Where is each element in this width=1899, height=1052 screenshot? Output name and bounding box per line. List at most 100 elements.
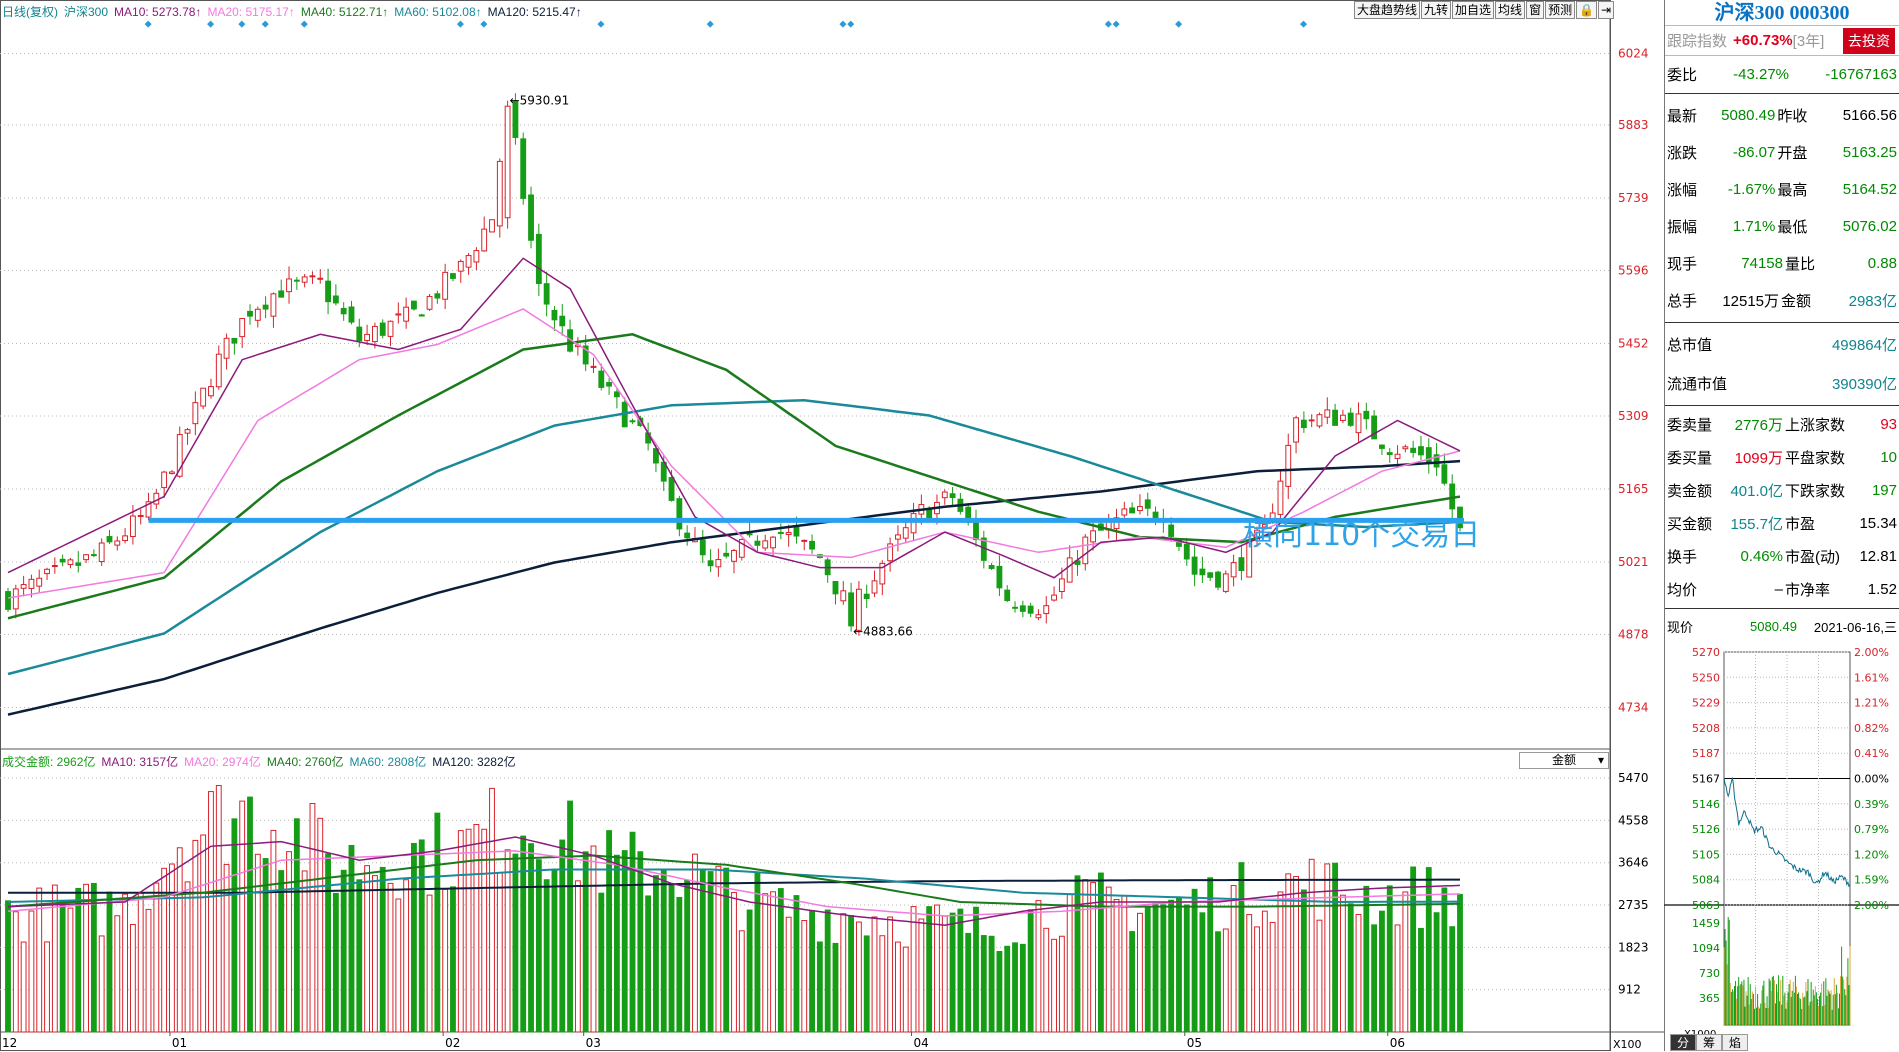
candle-body: [1285, 444, 1292, 487]
volume-bar: [980, 935, 987, 1033]
candle-body: [535, 233, 542, 284]
candle-body: [309, 275, 316, 278]
intraday-price-label: 5084: [1692, 874, 1720, 887]
candle-body: [949, 493, 956, 498]
candle-body: [1191, 556, 1198, 575]
panel-tab-1[interactable]: 筹: [1696, 1034, 1723, 1051]
candle-body: [169, 471, 175, 475]
stats-table: 委卖量 2776万 上涨家数 93 委买量 1099万 平盘家数 10 卖金额 401.0亿 下跌家…: [1665, 406, 1899, 609]
volume-bar: [1363, 885, 1370, 1033]
volume-bar: [12, 911, 19, 1033]
toolbar-button-7[interactable]: ⇥: [1598, 1, 1615, 19]
signal-marker: [839, 20, 847, 28]
candle-body: [122, 535, 129, 541]
volume-bar: [957, 908, 964, 1033]
intraday-chart[interactable]: 5270 2.00% 5250 1.61% 5229 1.21% 5208 0.82% 5187…: [1664, 640, 1899, 1034]
candle-body: [434, 293, 441, 299]
quote-value: 12515万: [1722, 293, 1780, 310]
price-tick-label: 5739: [1618, 191, 1649, 205]
toolbar-button-5[interactable]: 预测: [1545, 1, 1576, 19]
panel-title: 沪深300 000300: [1665, 0, 1899, 26]
volume-bar: [44, 941, 50, 1033]
toolbar-button-1[interactable]: 九转: [1421, 1, 1452, 19]
ma-label-1: MA20: 5175.17↑: [207, 5, 295, 19]
date-tick-label: 01: [172, 1036, 187, 1050]
candle-body: [1386, 452, 1393, 456]
volume-bar: [1012, 942, 1018, 1033]
toolbar-button-3[interactable]: 均线: [1495, 1, 1526, 19]
candle-body: [1441, 464, 1448, 484]
candle-body: [286, 278, 292, 293]
quote-value: 5166.56: [1842, 107, 1897, 124]
now-label: 现价: [1667, 619, 1694, 635]
candle-body: [1394, 453, 1401, 459]
candle-body: [699, 539, 706, 556]
volume-bar: [684, 879, 691, 1033]
volume-bar: [129, 923, 136, 1033]
stats-label: 均价: [1667, 582, 1698, 599]
signal-marker: [597, 20, 605, 28]
price-tick-label: 4734: [1618, 700, 1649, 714]
candle-body: [1238, 557, 1245, 572]
candle-body: [832, 580, 839, 595]
volume-bar: [122, 893, 129, 1033]
volume-bar: [403, 879, 410, 1033]
stats-label: 换手: [1667, 549, 1698, 566]
price-tick-label: 5021: [1618, 555, 1649, 569]
volume-bar: [1183, 904, 1190, 1033]
candle-body: [301, 276, 308, 283]
volume-bar: [551, 870, 558, 1033]
stats-value: 93: [1880, 416, 1897, 433]
candle-body: [1379, 444, 1385, 449]
stats-value: 197: [1871, 482, 1897, 499]
candle-body: [1293, 417, 1299, 443]
intraday-pct-label: 1.20%: [1854, 848, 1889, 861]
volume-metric-select[interactable]: 金额: [1519, 752, 1609, 769]
candle-body: [1051, 594, 1057, 601]
volume-bar: [1113, 898, 1120, 1033]
volume-bar: [496, 872, 503, 1033]
toolbar-button-6[interactable]: 🔒: [1576, 1, 1598, 19]
candle-body: [1121, 508, 1128, 516]
tracking-years: [3年]: [1792, 33, 1825, 50]
volume-bar: [1316, 919, 1323, 1033]
intraday-vol-label: 730: [1699, 967, 1720, 980]
volume-bar: [247, 796, 253, 1033]
price-tick-label: 5309: [1618, 409, 1649, 423]
candle-body: [239, 318, 246, 338]
candle-body: [1012, 606, 1018, 609]
volume-bar: [395, 898, 402, 1033]
toolbar-button-2[interactable]: 加自选: [1452, 1, 1495, 19]
candle-body: [1355, 413, 1362, 434]
candle-body: [215, 353, 222, 388]
toolbar-button-4[interactable]: 窗: [1526, 1, 1545, 19]
volume-bar: [106, 891, 113, 1033]
volume-bar: [1246, 914, 1253, 1033]
volume-bar: [1457, 893, 1463, 1033]
stats-row: 委买量 1099万 平盘家数 10: [1665, 441, 1899, 474]
volume-bar: [1386, 885, 1393, 1033]
candle-body: [1168, 524, 1175, 537]
volume-bar: [863, 935, 870, 1033]
intraday-price-label: 5187: [1692, 747, 1720, 760]
index-name: 沪深300: [64, 5, 109, 19]
volume-bar: [902, 946, 909, 1033]
volume-bar: [816, 941, 823, 1033]
intraday-pct-label: 1.61%: [1854, 671, 1889, 684]
volume-bar: [1332, 862, 1339, 1033]
signal-marker: [1112, 20, 1120, 28]
panel-tab-2[interactable]: 焰: [1722, 1034, 1749, 1051]
panel-tab-0[interactable]: 分: [1670, 1034, 1697, 1051]
volume-bar: [36, 887, 43, 1033]
volume-bar: [535, 859, 542, 1033]
volume-bar: [574, 880, 581, 1033]
volume-bar: [809, 909, 815, 1033]
weibi-label: 委比: [1667, 67, 1698, 84]
intraday-price-label: 5250: [1692, 671, 1720, 684]
volume-unit-label: X100: [1613, 1038, 1642, 1051]
stats-label: 市盈(动): [1785, 549, 1840, 566]
invest-button[interactable]: 去投资: [1843, 27, 1895, 54]
volume-bar: [1137, 912, 1143, 1033]
toolbar-button-0[interactable]: 大盘趋势线: [1354, 1, 1421, 19]
signal-marker: [207, 20, 215, 28]
